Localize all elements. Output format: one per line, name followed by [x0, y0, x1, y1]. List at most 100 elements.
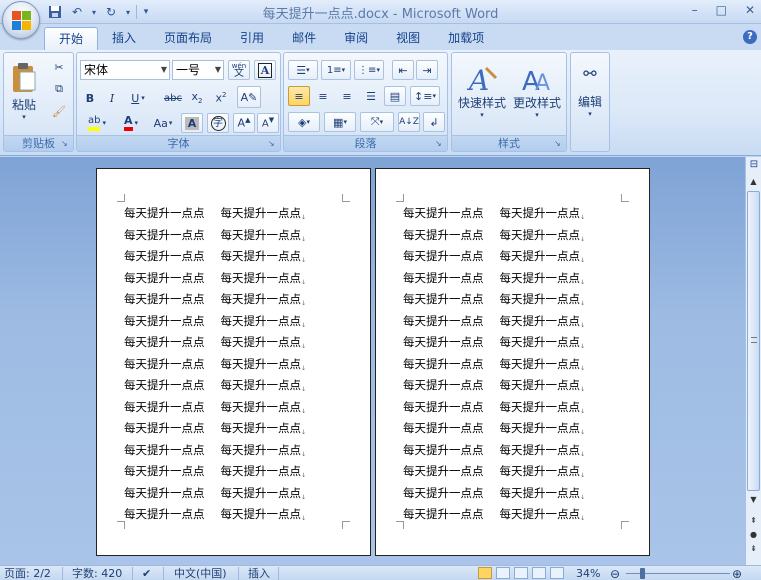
clear-formatting-button[interactable]: A✎	[237, 86, 261, 108]
change-styles-button[interactable]: AA 更改样式 ▾	[510, 56, 564, 126]
text-line[interactable]: 每天提升一点点 每天提升一点点	[124, 270, 306, 292]
text-line[interactable]: 每天提升一点点 每天提升一点点	[124, 463, 306, 485]
phonetic-guide-button[interactable]: wén 文	[228, 60, 250, 80]
character-shading-button[interactable]: A	[181, 113, 203, 133]
paste-button[interactable]: 粘贴 ▾	[7, 57, 41, 125]
browse-object-icon[interactable]: ●	[746, 529, 761, 541]
line-spacing-button[interactable]: ↕≡ ▾	[410, 86, 440, 106]
strikethrough-button[interactable]: abc	[162, 88, 184, 108]
text-line[interactable]: 每天提升一点点 每天提升一点点	[403, 248, 585, 270]
print-layout-view-icon[interactable]	[478, 567, 492, 579]
web-layout-view-icon[interactable]	[514, 567, 528, 579]
zoom-slider-thumb[interactable]	[640, 568, 645, 579]
text-line[interactable]: 每天提升一点点 每天提升一点点	[403, 227, 585, 249]
align-left-button[interactable]: ≡	[288, 86, 310, 106]
text-line[interactable]: 每天提升一点点 每天提升一点点	[124, 248, 306, 270]
scroll-down-icon[interactable]: ▼	[746, 493, 761, 507]
insert-mode-status[interactable]: 插入	[248, 567, 270, 580]
character-border-button[interactable]: A	[254, 60, 276, 80]
chevron-down-icon[interactable]: ▾	[90, 3, 98, 21]
page-count-status[interactable]: 页面: 2/2	[4, 567, 51, 580]
sort-button[interactable]: A↓Z	[398, 112, 420, 132]
chevron-down-icon[interactable]: ▾	[124, 3, 132, 21]
document-area[interactable]: 每天提升一点点每天提升一点点每天提升一点点每天提升一点点每天提升一点点每天提升一…	[0, 157, 745, 565]
subscript-button[interactable]: x2	[186, 88, 208, 108]
full-screen-reading-view-icon[interactable]	[496, 567, 510, 579]
tab-insert[interactable]: 插入	[98, 27, 150, 50]
zoom-out-icon[interactable]: ⊖	[610, 567, 620, 580]
enclose-characters-button[interactable]: 字	[207, 113, 229, 133]
close-button[interactable]: ✕	[745, 3, 755, 17]
previous-page-icon[interactable]: ⇞	[746, 515, 761, 527]
word-count-status[interactable]: 字数: 420	[72, 567, 122, 580]
text-line[interactable]: 每天提升一点点 每天提升一点点	[124, 399, 306, 421]
editing-button[interactable]: ⚯ 编辑 ▾	[573, 56, 607, 126]
zoom-level[interactable]: 34%	[576, 567, 600, 580]
minimize-button[interactable]: –	[692, 3, 698, 17]
text-line[interactable]: 每天提升一点点 每天提升一点点	[403, 291, 585, 313]
text-line[interactable]: 每天提升一点点 每天提升一点点	[403, 334, 585, 356]
text-line[interactable]: 每天提升一点点 每天提升一点点	[124, 227, 306, 249]
superscript-button[interactable]: x2	[210, 88, 232, 108]
underline-button[interactable]: U ▾	[124, 88, 152, 108]
text-line[interactable]: 每天提升一点点 每天提升一点点	[403, 506, 585, 528]
text-line[interactable]: 每天提升一点点 每天提升一点点	[124, 377, 306, 399]
outline-view-icon[interactable]	[532, 567, 546, 579]
font-size-combo[interactable]: 一号 ▼	[172, 60, 224, 80]
scroll-thumb[interactable]	[747, 191, 760, 491]
text-line[interactable]: 每天提升一点点 每天提升一点点	[124, 334, 306, 356]
scroll-up-icon[interactable]: ▲	[746, 175, 761, 189]
language-status[interactable]: 中文(中国)	[174, 567, 227, 580]
borders-button[interactable]: ▦ ▾	[324, 112, 356, 132]
tab-mailings[interactable]: 邮件	[278, 27, 330, 50]
help-icon[interactable]: ?	[743, 30, 757, 44]
customize-qat-icon[interactable]: ▾	[141, 3, 151, 21]
copy-button[interactable]: ⧉	[49, 79, 69, 99]
text-line[interactable]: 每天提升一点点 每天提升一点点	[403, 313, 585, 335]
tab-page-layout[interactable]: 页面布局	[150, 27, 226, 50]
undo-icon[interactable]: ↶	[68, 3, 86, 21]
text-line[interactable]: 每天提升一点点 每天提升一点点	[403, 485, 585, 507]
next-page-icon[interactable]: ⇟	[746, 543, 761, 555]
increase-indent-button[interactable]: ⇥	[416, 60, 438, 80]
tab-references[interactable]: 引用	[226, 27, 278, 50]
ruler-toggle-icon[interactable]: ⊟	[747, 159, 761, 173]
align-center-button[interactable]: ≡	[312, 86, 334, 106]
shrink-font-button[interactable]: A▼	[257, 113, 279, 133]
text-line[interactable]: 每天提升一点点 每天提升一点点	[124, 291, 306, 313]
dialog-launcher-icon[interactable]: ↘	[61, 139, 71, 149]
tab-home[interactable]: 开始	[44, 27, 99, 50]
decrease-indent-button[interactable]: ⇤	[392, 60, 414, 80]
proofing-icon[interactable]: ✔	[142, 567, 151, 580]
bullets-button[interactable]: ☰ ▾	[288, 60, 318, 80]
numbering-button[interactable]: 1≡ ▾	[321, 60, 351, 80]
text-line[interactable]: 每天提升一点点 每天提升一点点	[124, 205, 306, 227]
text-line[interactable]: 每天提升一点点 每天提升一点点	[403, 463, 585, 485]
highlight-button[interactable]: ab ▾	[80, 113, 114, 133]
vertical-scrollbar[interactable]: ⊟ ▲ ▼ ⇞ ● ⇟	[745, 157, 761, 565]
redo-icon[interactable]: ↻	[102, 3, 120, 21]
font-name-combo[interactable]: 宋体 ▼	[80, 60, 170, 80]
text-line[interactable]: 每天提升一点点 每天提升一点点	[403, 205, 585, 227]
text-line[interactable]: 每天提升一点点 每天提升一点点	[124, 420, 306, 442]
text-line[interactable]: 每天提升一点点 每天提升一点点	[403, 356, 585, 378]
distributed-button[interactable]: ▤	[384, 86, 406, 106]
format-painter-button[interactable]: 🖌	[49, 101, 69, 121]
dialog-launcher-icon[interactable]: ↘	[554, 139, 564, 149]
quick-styles-button[interactable]: A 快速样式 ▾	[455, 56, 509, 126]
cut-button[interactable]: ✂	[49, 57, 69, 77]
tab-review[interactable]: 审阅	[330, 27, 382, 50]
text-line[interactable]: 每天提升一点点 每天提升一点点	[124, 506, 306, 528]
bold-button[interactable]: B	[80, 88, 100, 108]
text-line[interactable]: 每天提升一点点 每天提升一点点	[124, 442, 306, 464]
text-line[interactable]: 每天提升一点点 每天提升一点点	[403, 270, 585, 292]
chinese-layout-button[interactable]: ⤧ ▾	[360, 112, 394, 132]
draft-view-icon[interactable]	[550, 567, 564, 579]
document-page[interactable]: 每天提升一点点每天提升一点点每天提升一点点每天提升一点点每天提升一点点每天提升一…	[375, 168, 650, 556]
font-color-button[interactable]: A ▾	[116, 113, 146, 133]
grow-font-button[interactable]: A▲	[233, 113, 255, 133]
text-line[interactable]: 每天提升一点点 每天提升一点点	[403, 377, 585, 399]
tab-addins[interactable]: 加载项	[434, 27, 498, 50]
text-line[interactable]: 每天提升一点点 每天提升一点点	[403, 442, 585, 464]
justify-button[interactable]: ☰	[360, 86, 382, 106]
